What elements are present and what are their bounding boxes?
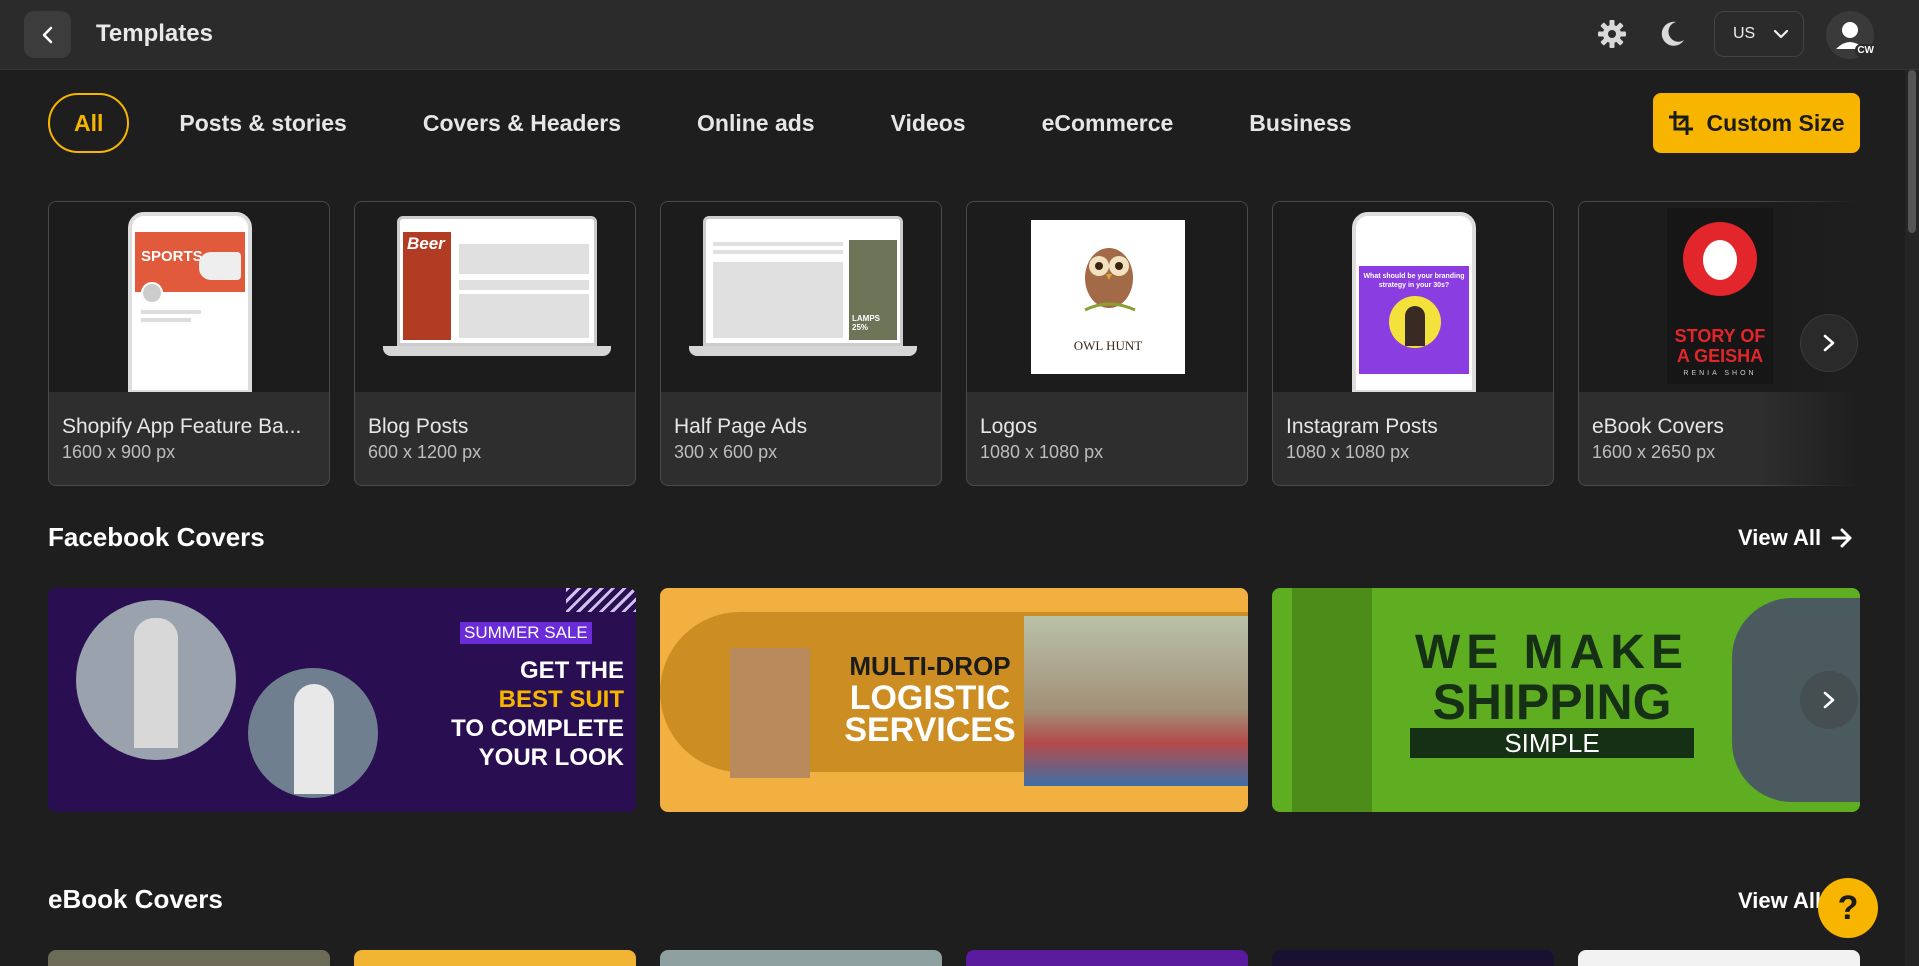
gear-icon[interactable] — [1596, 18, 1628, 50]
custom-size-button[interactable]: Custom Size — [1653, 93, 1860, 153]
card-size: 1600 x 2650 px — [1592, 442, 1716, 462]
chevron-down-icon — [1773, 29, 1789, 39]
format-card-logos[interactable]: OWL HUNT Logos 1080 x 1080 px — [966, 201, 1248, 486]
help-button[interactable]: ? — [1818, 878, 1878, 938]
tab-all[interactable]: All — [48, 93, 130, 153]
banner-line: YOUR LOOK — [478, 744, 624, 771]
banner-line: TO COMPLETE — [451, 715, 624, 742]
card-name: Half Page Ads — [674, 415, 808, 438]
country-value: US — [1733, 25, 1756, 42]
card-size: 600 x 1200 px — [368, 442, 482, 462]
banner-line: SERVICES — [844, 711, 1016, 749]
card-thumbnail: OWL HUNT — [967, 202, 1247, 392]
formats-next-button[interactable] — [1800, 314, 1858, 372]
thumb-text: OWL HUNT — [1073, 338, 1143, 353]
card-size: 300 x 600 px — [674, 442, 778, 462]
scrollbar-thumb[interactable] — [1908, 70, 1916, 233]
thumb-text: STORY OF A GEISHA — [1674, 326, 1766, 366]
view-all-label: View All — [1738, 525, 1822, 550]
banner-line: LOGISTIC — [849, 679, 1011, 717]
moon-icon[interactable] — [1656, 18, 1688, 50]
banner-line-highlight: BEST SUIT — [498, 686, 624, 713]
card-thumbnail: LAMPS 25% — [661, 202, 941, 392]
tab-online-ads[interactable]: Online ads — [671, 93, 841, 153]
country-select[interactable]: US — [1714, 11, 1804, 57]
card-name: Instagram Posts — [1286, 415, 1438, 438]
thumb-text: SPORTS — [141, 248, 203, 265]
facebook-cover-logistics[interactable]: MULTI-DROP LOGISTIC SERVICES — [660, 588, 1248, 812]
card-name: Shopify App Feature Ba... — [62, 415, 302, 438]
chevron-left-icon — [42, 26, 52, 43]
top-bar: Templates US CW — [0, 0, 1919, 70]
facebook-covers-next-button[interactable] — [1800, 671, 1858, 729]
card-thumbnail: SPORTS — [49, 202, 329, 392]
tab-business[interactable]: Business — [1223, 93, 1377, 153]
arrow-right-icon — [1831, 528, 1852, 548]
thumb-author: RENIA SHON — [1683, 370, 1757, 377]
thumb-text: What should be your branding strategy in… — [1363, 273, 1465, 289]
back-button[interactable] — [24, 11, 71, 58]
card-thumbnail: Beer — [355, 202, 635, 392]
section-title-ebook-covers: eBook Covers — [48, 884, 223, 914]
avatar-initials: CW — [1855, 44, 1876, 57]
facebook-covers-view-all[interactable]: View All — [1738, 525, 1853, 551]
card-name: Blog Posts — [368, 415, 469, 438]
ebook-cover[interactable] — [1272, 950, 1554, 966]
ebook-covers-view-all[interactable]: View All — [1738, 888, 1821, 914]
chevron-right-icon — [1823, 334, 1835, 352]
custom-size-label: Custom Size — [1706, 109, 1845, 136]
ebook-cover[interactable] — [354, 950, 636, 966]
user-avatar[interactable]: CW — [1826, 11, 1876, 59]
thumb-text: LAMPS 25% — [852, 314, 880, 332]
banner-line: SIMPLE — [1410, 728, 1694, 758]
banner-line: MULTI-DROP — [849, 651, 1011, 681]
facebook-cover-suit[interactable]: SUMMER SALE GET THE BEST SUIT TO COMPLET… — [48, 588, 636, 812]
banner-line: GET THE — [519, 657, 624, 684]
ebook-cover[interactable] — [48, 950, 330, 966]
category-tabs: All Posts & stories Covers & Headers Onl… — [48, 93, 1402, 153]
view-all-label: View All — [1738, 888, 1822, 913]
ebook-cover[interactable] — [1578, 950, 1860, 966]
section-title-facebook-covers: Facebook Covers — [48, 522, 265, 552]
banner-line: WE MAKE — [1415, 626, 1689, 679]
ebook-covers-carousel — [48, 950, 1860, 966]
tab-posts-stories[interactable]: Posts & stories — [153, 93, 372, 153]
help-icon: ? — [1837, 888, 1859, 927]
thumb-text: Beer — [407, 234, 445, 253]
page-title: Templates — [96, 20, 213, 47]
tab-ecommerce[interactable]: eCommerce — [1016, 93, 1200, 153]
format-carousel: SPORTS Shopify App Feature Ba... 1600 x … — [48, 201, 1860, 487]
ebook-cover[interactable] — [966, 950, 1248, 966]
card-name: Logos — [980, 415, 1038, 438]
format-card-half-page-ads[interactable]: LAMPS 25% Half Page Ads 300 x 600 px — [660, 201, 942, 486]
facebook-cover-shipping[interactable]: WE MAKE SHIPPING SIMPLE — [1272, 588, 1860, 812]
banner-tag: SUMMER SALE — [460, 622, 592, 644]
card-thumbnail: What should be your branding strategy in… — [1273, 202, 1553, 392]
card-size: 1080 x 1080 px — [1286, 442, 1410, 462]
ebook-cover[interactable] — [660, 950, 942, 966]
owl-icon — [1084, 248, 1136, 312]
crop-icon — [1669, 111, 1694, 135]
format-card-instagram-posts[interactable]: What should be your branding strategy in… — [1272, 201, 1554, 486]
tab-videos[interactable]: Videos — [865, 93, 992, 153]
card-size: 1600 x 900 px — [62, 442, 176, 462]
format-card-shopify[interactable]: SPORTS Shopify App Feature Ba... 1600 x … — [48, 201, 330, 486]
format-card-blog-posts[interactable]: Beer Blog Posts 600 x 1200 px — [354, 201, 636, 486]
banner-line: SHIPPING — [1432, 674, 1672, 730]
tab-covers-headers[interactable]: Covers & Headers — [397, 93, 647, 153]
facebook-covers-carousel: SUMMER SALE GET THE BEST SUIT TO COMPLET… — [48, 588, 1860, 812]
card-size: 1080 x 1080 px — [980, 442, 1104, 462]
chevron-right-icon — [1823, 691, 1835, 709]
page-scrollbar[interactable] — [1905, 70, 1919, 966]
